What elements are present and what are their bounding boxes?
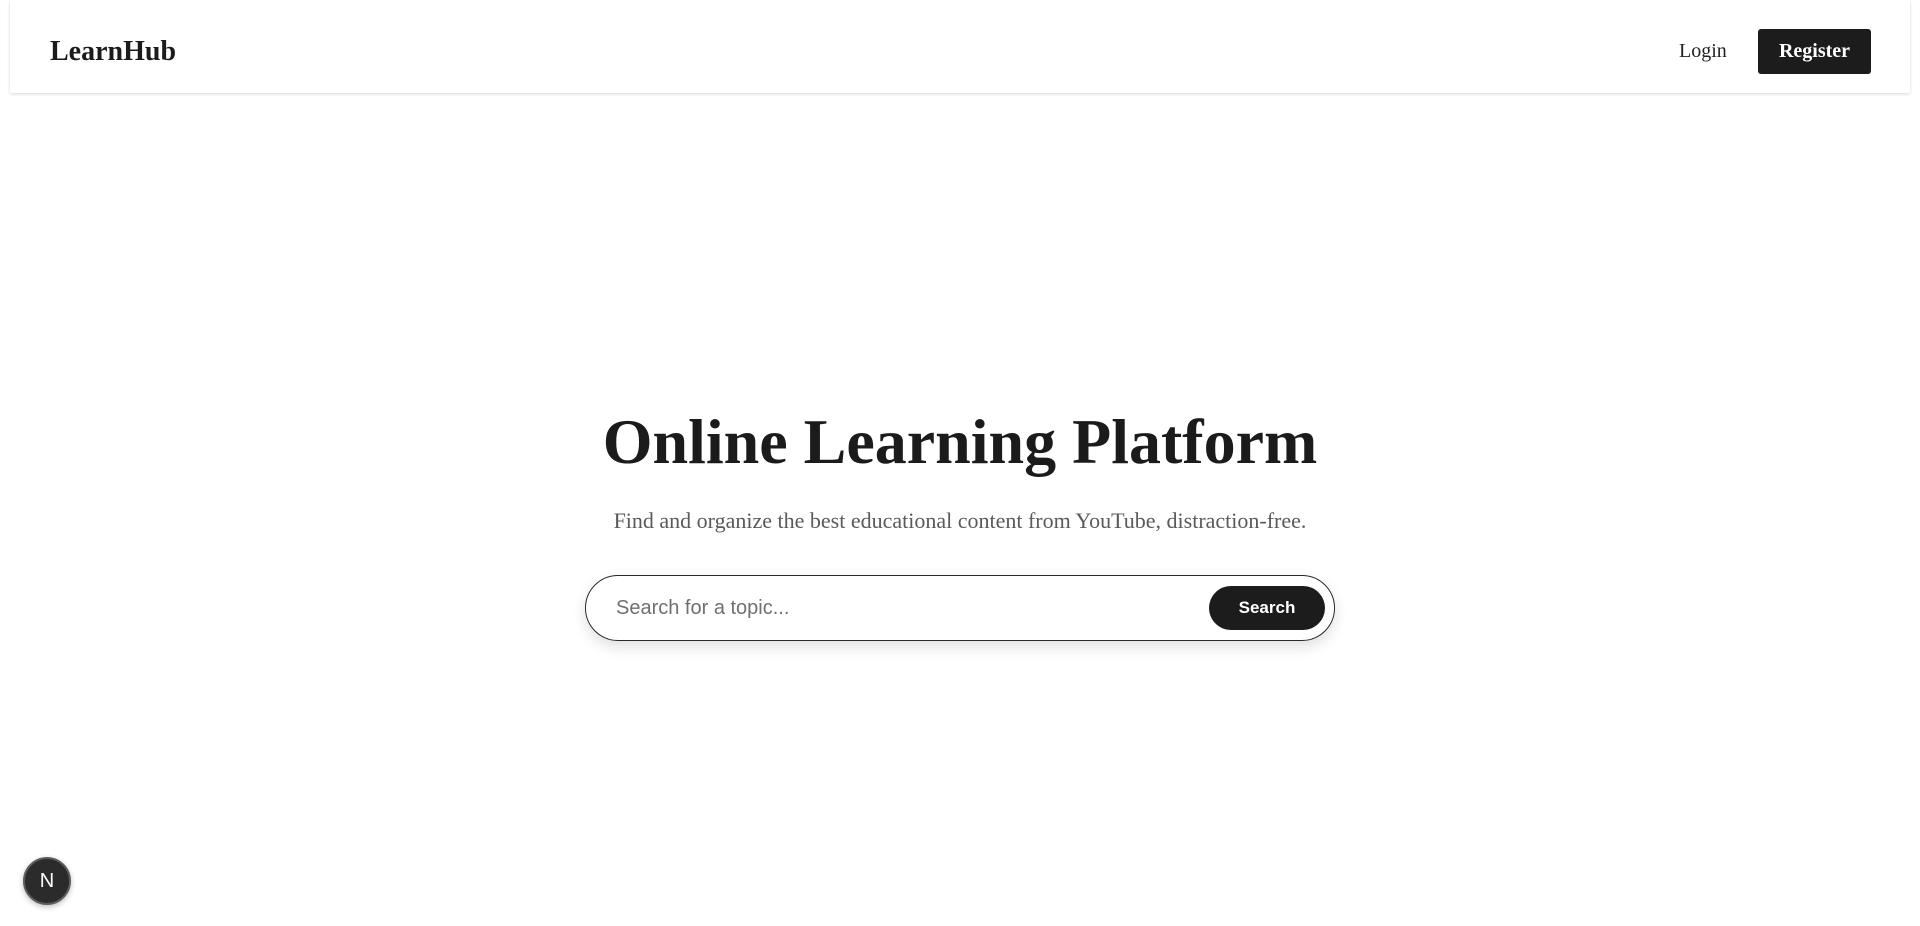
- nextjs-logo-icon[interactable]: N: [23, 857, 71, 905]
- top-navigation-bar: LearnHub Login Register: [10, 0, 1910, 93]
- login-link[interactable]: Login: [1679, 34, 1727, 68]
- search-bar: Search: [585, 575, 1335, 641]
- brand-logo[interactable]: LearnHub: [50, 32, 176, 72]
- register-button[interactable]: Register: [1758, 29, 1871, 74]
- page-title: Online Learning Platform: [602, 406, 1318, 477]
- search-button[interactable]: Search: [1209, 586, 1325, 630]
- page-subtitle: Find and organize the best educational c…: [613, 508, 1307, 533]
- search-input[interactable]: [614, 588, 1174, 628]
